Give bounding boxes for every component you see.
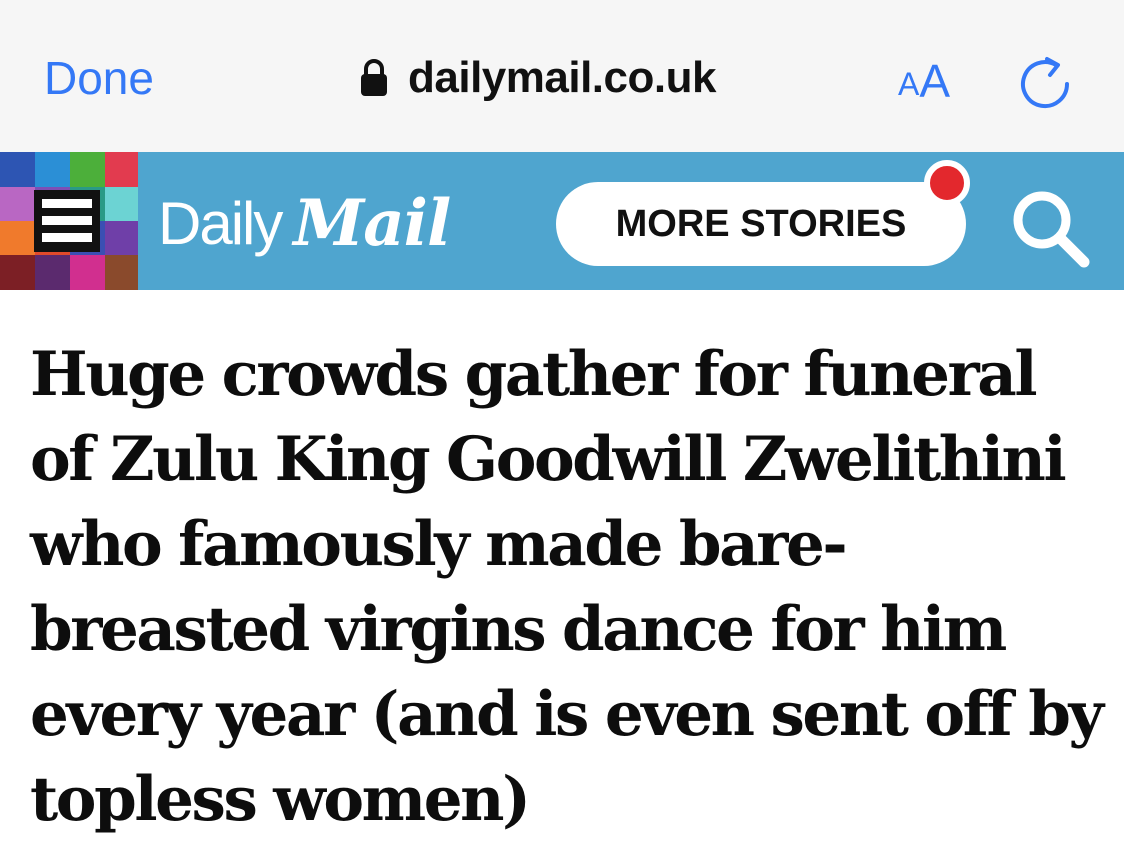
search-icon[interactable] (1008, 186, 1092, 270)
browser-toolbar: Done dailymail.co.uk A A (0, 0, 1124, 152)
address-bar[interactable]: dailymail.co.uk (360, 50, 716, 106)
menu-line-icon (42, 199, 92, 208)
article-headline: Huge crowds gather for funeral of Zulu K… (30, 339, 1104, 835)
notification-dot-icon (924, 160, 970, 206)
logo-daily-text: Daily (158, 189, 283, 257)
done-button[interactable]: Done (44, 52, 154, 104)
lock-icon (361, 59, 387, 96)
url-text: dailymail.co.uk (408, 53, 716, 102)
more-stories-label: MORE STORIES (615, 202, 907, 245)
daily-mail-logo[interactable]: Daily Mail (158, 185, 451, 261)
reload-icon[interactable] (1016, 54, 1074, 112)
text-size-large-label: A (919, 55, 951, 107)
text-size-small-label: A (898, 66, 920, 102)
hamburger-menu-icon[interactable] (34, 190, 100, 252)
text-size-button[interactable]: A A (898, 54, 950, 104)
site-header: Daily Mail MORE STORIES (0, 152, 1124, 290)
more-stories-button[interactable]: MORE STORIES (556, 182, 966, 266)
logo-mail-text: Mail (293, 185, 451, 261)
menu-line-icon (42, 233, 92, 242)
menu-line-icon (42, 216, 92, 225)
